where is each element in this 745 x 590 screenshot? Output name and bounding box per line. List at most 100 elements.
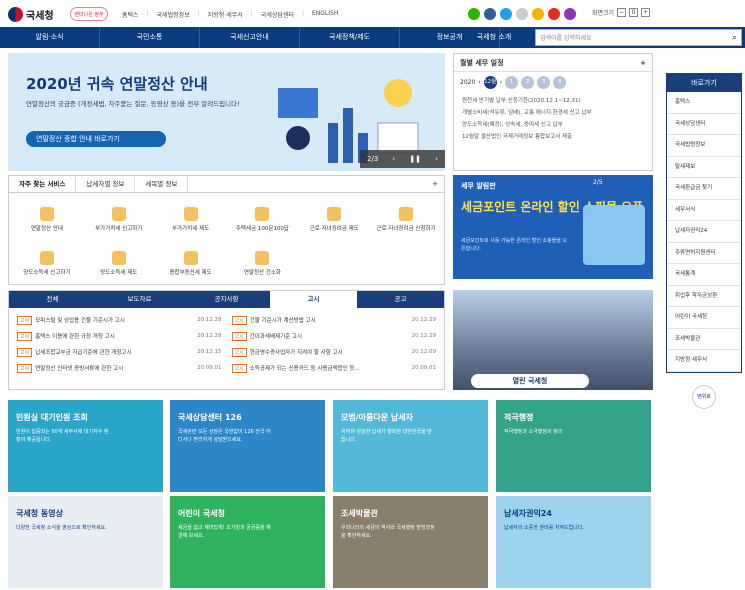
blog-icon[interactable] (468, 8, 480, 20)
nav-about-label[interactable]: 국세청 소개 (453, 27, 535, 48)
month-day[interactable]: 1 (505, 76, 519, 89)
nav-communication[interactable]: 국민소통 (100, 27, 200, 48)
quick-item[interactable]: 국세상담센터 (667, 114, 741, 135)
card-proactive[interactable]: 적극행정 적극행정과 소극행정의 정의 (496, 400, 651, 492)
notice-row[interactable]: 고시 건물 기준시가 계산방법 고시 20.12.29 (231, 314, 437, 326)
schedule-item[interactable]: 원천세 반기별 납부 신청기한(2020.12.1~12.31) (462, 95, 644, 107)
schedule-item[interactable]: 12월말 결산법인 국제거래정보 통합보고서 제출 (462, 131, 644, 143)
link-law[interactable]: 국세법령정보 (157, 10, 190, 19)
tab-frequent[interactable]: 자주 찾는 서비스 (9, 176, 77, 192)
government-badge[interactable]: 벤더나은 정부 (70, 7, 108, 21)
service-item[interactable]: 연말정산 안내 (11, 197, 83, 241)
quick-item[interactable]: 국세환급금 찾기 (667, 178, 741, 200)
share-icon[interactable] (516, 8, 528, 20)
link-center[interactable]: 국세상담센터 (261, 10, 294, 19)
tab-announcements[interactable]: 고시 (270, 291, 357, 308)
service-icon (183, 206, 198, 221)
notice-date: 20.12.15 (197, 349, 222, 355)
card-model-taxpayer[interactable]: 모범/아름다운 납세자 귀하의 성실한 납세가 행복한 대한민국을 만듭니다. (333, 400, 488, 492)
search-input[interactable]: 검색어를 입력하세요 ⌕ (535, 29, 742, 46)
tab-all[interactable]: 전체 (9, 291, 96, 308)
building-photo[interactable]: 열린 국세청 (453, 290, 653, 390)
tab-tax-item[interactable]: 세목별 정보 (135, 176, 189, 192)
tab-taxpayer[interactable]: 납세자별 정보 (76, 176, 136, 192)
more-icon[interactable]: + (640, 59, 646, 67)
zoom-reset-button[interactable]: 0 (629, 8, 639, 17)
service-item[interactable]: 근로·자녀장려금 제도 (298, 197, 370, 241)
notice-row[interactable]: 고시 소득공제가 되는 신용카드 등 사용금액합인 등... 20.09.01 (231, 362, 436, 374)
card-museum[interactable]: 조세박물관 우리나라의 세금의 역사와 국세행정 발전과정을 확인하세요. (333, 496, 488, 588)
pause-icon[interactable]: ❚❚ (409, 155, 421, 163)
notice-date: 20.12.29 (197, 317, 222, 323)
quick-item[interactable]: 지방청·세무서 (667, 350, 741, 372)
link-english[interactable]: ENGLISH (312, 10, 338, 19)
card-rights24[interactable]: 납세자권익24 납세자의 소중한 권리를 지켜드립니다. (496, 496, 651, 588)
quick-item[interactable]: 세무서식 (667, 200, 741, 221)
tab-press[interactable]: 보도자료 (96, 291, 183, 308)
schedule-item[interactable]: 양도소득세(예정), 상속세, 증여세 신고 납부 (462, 119, 644, 131)
next-month-icon[interactable]: › (500, 79, 502, 86)
instagram-icon[interactable] (564, 8, 576, 20)
tab-public[interactable]: 공고 (357, 291, 444, 308)
month-day[interactable]: 3 (537, 76, 551, 89)
card-video[interactable]: 국세청 동영상 다양한 국세청 소식을 영상으로 확인하세요. (8, 496, 163, 588)
more-icon[interactable]: + (432, 176, 444, 192)
nav-policy[interactable]: 국세정책/제도 (300, 27, 400, 48)
service-item[interactable]: 종합부동산세 제도 (155, 241, 227, 285)
service-item[interactable]: 양도소득세 신고하기 (11, 241, 83, 285)
service-label: 연말정산 안내 (30, 225, 63, 232)
quick-item[interactable]: 국세통계 (667, 264, 741, 286)
quick-item[interactable]: 어린이 국세청 (667, 307, 741, 329)
twitter-icon[interactable] (500, 8, 512, 20)
service-item[interactable]: 주택세금 100문100답 (227, 197, 299, 241)
notice-board[interactable]: 세무 알림판 세금포인트 온라인 할인 쇼핑몰 오픈 세금포인트로 사용 가능한… (453, 175, 653, 279)
notice-row[interactable]: 고시 납세조합교부금 지급기준에 관한 개정고시 20.12.15 (17, 346, 222, 358)
link-hometax[interactable]: 홈택스 (122, 10, 139, 19)
quick-item[interactable]: 국세법령정보 (667, 135, 741, 157)
prev-icon[interactable]: ‹ (392, 155, 395, 163)
open-nts-label: 열린 국세청 (471, 374, 589, 388)
month-current[interactable]: 12월 (483, 76, 497, 89)
notice-date: 20.12.29 (411, 317, 437, 323)
nav-tax-report[interactable]: 국세신고안내 (200, 27, 300, 48)
nav-news[interactable]: 알림·소식 (0, 27, 100, 48)
zoom-out-button[interactable]: − (617, 8, 627, 17)
quick-item[interactable]: 탈세제보 (667, 157, 741, 178)
nts-logo[interactable]: 국세청 (8, 5, 66, 23)
kakao-icon[interactable] (532, 8, 544, 20)
banner-button[interactable]: 연말정산 종합 안내 바로가기 (26, 131, 166, 147)
notice-row[interactable]: 고시 현금영수증사업자가 지켜야 할 사항 고시 20.12.09 (231, 346, 436, 358)
service-item[interactable]: 부가가치세 제도 (155, 197, 227, 241)
scroll-top-button[interactable]: 맨위로 (692, 385, 716, 409)
schedule-item[interactable]: 개별소비세(석유류, 담배), 교통·에너지·환경세 신고 납부 (462, 107, 644, 119)
zoom-in-button[interactable]: + (641, 8, 651, 17)
search-icon[interactable]: ⌕ (732, 33, 737, 43)
youtube-icon[interactable] (548, 8, 560, 20)
quick-item[interactable]: 조세박물관 (667, 329, 741, 350)
month-day[interactable]: 4 (553, 76, 567, 89)
quick-item[interactable]: 홈택스 (667, 92, 741, 114)
notice-row[interactable]: 고시 홈택스 이용에 관한 규정 개정 고시 20.12.29 (17, 330, 222, 342)
quick-item[interactable]: 주류면허지원센터 (667, 243, 741, 264)
quick-item[interactable]: 취업후 학자금상환 (667, 286, 741, 307)
card-waiting[interactable]: 민원실 대기인원 조회 민원이 집중되는 50개 세무서에 대기자수 현황이 제공… (8, 400, 163, 492)
service-item[interactable]: 근로·자녀장려금 신청하기 (370, 197, 442, 241)
card-title: 국세상담센터 126 (178, 413, 242, 422)
link-offices[interactable]: 지방청·세무서 (208, 10, 243, 19)
notice-row[interactable]: 고시 간이과세배제기준 고시 20.12.29 (231, 330, 436, 342)
tab-notices[interactable]: 공지사항 (183, 291, 270, 308)
facebook-icon[interactable] (484, 8, 496, 20)
service-item[interactable]: 부가가치세 신고하기 (83, 197, 155, 241)
tax-schedule: 월별 세무 일정 + 2020 ‹ 12월 › 1 2 3 4 원천세 반기별 납부 … (453, 53, 653, 171)
card-126[interactable]: 국세상담센터 126 국세관련 모든 상담은 국번없이 126 전국 어디서나 편… (170, 400, 325, 492)
notice-row[interactable]: 고시 모피스털 및 상업용 건물 기준시가 고시 20.12.29 (17, 314, 222, 326)
notice-title: 소득공제가 되는 신용카드 등 사용금액합인 등... (249, 366, 360, 372)
prev-month-icon[interactable]: ‹ (478, 79, 480, 86)
card-kids[interactable]: 어린이 국세청 세금을 쉽고 재미있게! 초기일과 궁금증을 해결해 보세요. (170, 496, 325, 588)
service-item[interactable]: 연말정산 간소화 (227, 241, 299, 285)
notice-row[interactable]: 고시 연말정산 인터넷 증빙서류에 관한 고시 20.09.01 (17, 362, 222, 374)
next-icon[interactable]: › (435, 155, 438, 163)
service-item[interactable]: 양도소득세 제도 (83, 241, 155, 285)
month-day[interactable]: 2 (521, 76, 535, 89)
quick-item[interactable]: 납세자권익24 (667, 221, 741, 243)
